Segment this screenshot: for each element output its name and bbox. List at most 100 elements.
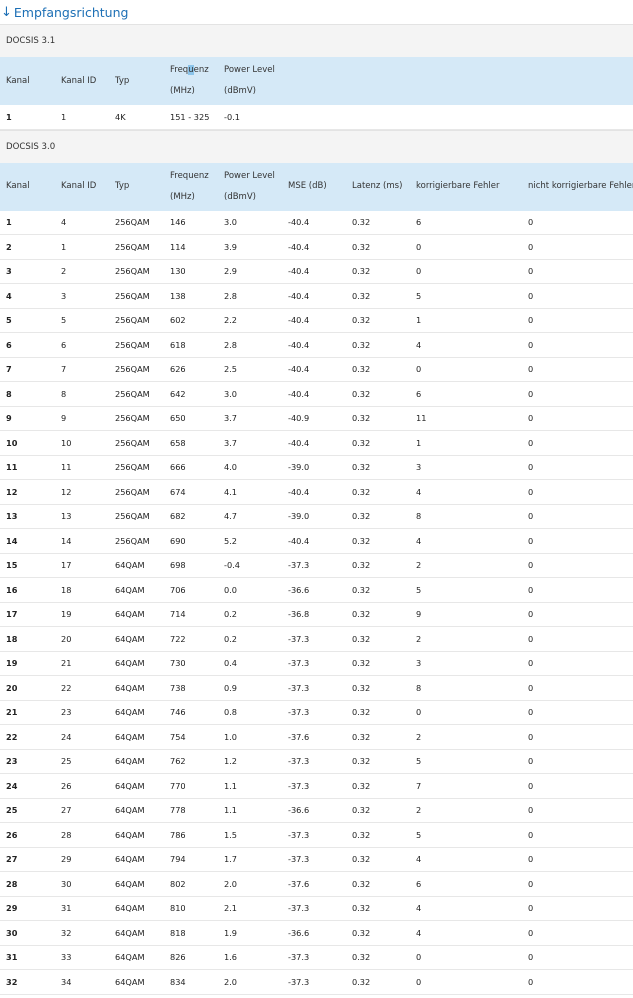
cell-nicht-korrigierbare-fehler: 0 bbox=[522, 210, 633, 235]
cell-frequenz: 810 bbox=[164, 896, 218, 921]
cell-frequenz: 618 bbox=[164, 332, 218, 358]
cell-latenz: 0.32 bbox=[346, 896, 410, 921]
col-typ: Typ bbox=[109, 57, 164, 105]
table-row: 22 24 64QAM 754 1.0 -37.6 0.32 2 0 bbox=[0, 724, 633, 750]
cell-korrigierbare-fehler: 3 bbox=[410, 455, 522, 480]
table-row: 10 10 256QAM 658 3.7 -40.4 0.32 1 0 bbox=[0, 430, 633, 456]
cell-mse: -37.3 bbox=[282, 969, 346, 995]
cell-latenz: 0.32 bbox=[346, 969, 410, 995]
cell-korrigierbare-fehler: 4 bbox=[410, 896, 522, 921]
cell-power-level: 0.4 bbox=[218, 651, 282, 676]
cell-power-level: 3.7 bbox=[218, 430, 282, 456]
cell-kanal-id: 1 bbox=[55, 234, 109, 260]
docsis30-table: Kanal Kanal ID Typ Frequenz (MHz) Power … bbox=[0, 162, 633, 995]
section-heading[interactable]: ↓ Empfangsrichtung bbox=[0, 0, 633, 24]
cell-korrigierbare-fehler: 6 bbox=[410, 381, 522, 407]
cell-latenz: 0.32 bbox=[346, 455, 410, 480]
table-row: 25 27 64QAM 778 1.1 -36.6 0.32 2 0 bbox=[0, 798, 633, 823]
cell-typ: 64QAM bbox=[109, 651, 164, 676]
cell-kanal: 19 bbox=[0, 651, 55, 676]
cell-mse: -37.6 bbox=[282, 724, 346, 750]
table-row: 31 33 64QAM 826 1.6 -37.3 0.32 0 0 bbox=[0, 945, 633, 970]
cell-power-level: 2.0 bbox=[218, 969, 282, 995]
cell-nicht-korrigierbare-fehler: 0 bbox=[522, 700, 633, 725]
cell-kanal: 22 bbox=[0, 724, 55, 750]
cell-mse: -36.6 bbox=[282, 577, 346, 603]
cell-kanal: 23 bbox=[0, 749, 55, 774]
cell-power-level: 5.2 bbox=[218, 528, 282, 554]
table-row: 8 8 256QAM 642 3.0 -40.4 0.32 6 0 bbox=[0, 381, 633, 407]
cell-kanal: 9 bbox=[0, 406, 55, 431]
cell-frequenz: 778 bbox=[164, 798, 218, 823]
cell-latenz: 0.32 bbox=[346, 577, 410, 603]
cell-frequenz: 746 bbox=[164, 700, 218, 725]
col-latenz: Latenz (ms) bbox=[346, 162, 410, 211]
cell-power-level: 1.6 bbox=[218, 945, 282, 970]
cell-nicht-korrigierbare-fehler: 0 bbox=[522, 798, 633, 823]
cell-korrigierbare-fehler: 0 bbox=[410, 945, 522, 970]
cell-korrigierbare-fehler: 4 bbox=[410, 920, 522, 946]
cell-power-level: 4.1 bbox=[218, 479, 282, 505]
cell-typ: 256QAM bbox=[109, 283, 164, 309]
table-row: 18 20 64QAM 722 0.2 -37.3 0.32 2 0 bbox=[0, 626, 633, 652]
cell-latenz: 0.32 bbox=[346, 504, 410, 529]
cell-power-level: 2.0 bbox=[218, 871, 282, 897]
cell-latenz: 0.32 bbox=[346, 724, 410, 750]
cell-typ: 64QAM bbox=[109, 749, 164, 774]
cell-kanal: 30 bbox=[0, 920, 55, 946]
cell-kanal-id: 7 bbox=[55, 357, 109, 382]
cell-power-level: 1.9 bbox=[218, 920, 282, 946]
col-empty bbox=[282, 57, 633, 105]
cell-frequenz: 722 bbox=[164, 626, 218, 652]
table-row: 15 17 64QAM 698 -0.4 -37.3 0.32 2 0 bbox=[0, 553, 633, 578]
cell-typ: 256QAM bbox=[109, 381, 164, 407]
docsis31-table: Kanal Kanal ID Typ Frequenz (MHz) Power … bbox=[0, 57, 633, 130]
cell-power-level: 2.8 bbox=[218, 283, 282, 309]
cell-latenz: 0.32 bbox=[346, 430, 410, 456]
cell-typ: 256QAM bbox=[109, 479, 164, 505]
col-power-level: Power Level (dBmV) bbox=[218, 162, 282, 211]
cell-mse: -40.4 bbox=[282, 259, 346, 284]
arrow-down-icon: ↓ bbox=[1, 4, 12, 20]
cell-power-level: 4.0 bbox=[218, 455, 282, 480]
cell-typ: 64QAM bbox=[109, 822, 164, 848]
cell-latenz: 0.32 bbox=[346, 308, 410, 333]
cell-nicht-korrigierbare-fehler: 0 bbox=[522, 945, 633, 970]
cell-kanal: 17 bbox=[0, 602, 55, 627]
cell-mse: -40.4 bbox=[282, 210, 346, 235]
cell-power-level: 3.9 bbox=[218, 234, 282, 260]
cell-nicht-korrigierbare-fehler: 0 bbox=[522, 308, 633, 333]
cell-typ: 64QAM bbox=[109, 724, 164, 750]
cell-latenz: 0.32 bbox=[346, 479, 410, 505]
cell-kanal-id: 32 bbox=[55, 920, 109, 946]
cell-kanal: 31 bbox=[0, 945, 55, 970]
cell-nicht-korrigierbare-fehler: 0 bbox=[522, 455, 633, 480]
cell-nicht-korrigierbare-fehler: 0 bbox=[522, 847, 633, 872]
cell-frequenz: 690 bbox=[164, 528, 218, 554]
cell-nicht-korrigierbare-fehler: 0 bbox=[522, 259, 633, 284]
cell-typ: 256QAM bbox=[109, 259, 164, 284]
col-frequenz: Frequenz (MHz) bbox=[164, 57, 218, 105]
cell-kanal-id: 19 bbox=[55, 602, 109, 627]
cell-kanal-id: 26 bbox=[55, 773, 109, 799]
cell-kanal-id: 18 bbox=[55, 577, 109, 603]
cell-korrigierbare-fehler: 1 bbox=[410, 308, 522, 333]
cell-empty bbox=[282, 105, 633, 130]
table-row: 32 34 64QAM 834 2.0 -37.3 0.32 0 0 bbox=[0, 969, 633, 995]
table-row: 13 13 256QAM 682 4.7 -39.0 0.32 8 0 bbox=[0, 504, 633, 529]
table-row: 28 30 64QAM 802 2.0 -37.6 0.32 6 0 bbox=[0, 871, 633, 897]
cell-power-level: 2.9 bbox=[218, 259, 282, 284]
cell-korrigierbare-fehler: 9 bbox=[410, 602, 522, 627]
cell-kanal: 18 bbox=[0, 626, 55, 652]
cell-korrigierbare-fehler: 8 bbox=[410, 675, 522, 701]
cell-kanal: 15 bbox=[0, 553, 55, 578]
cell-kanal-id: 17 bbox=[55, 553, 109, 578]
cell-nicht-korrigierbare-fehler: 0 bbox=[522, 749, 633, 774]
col-kanal: Kanal bbox=[0, 162, 55, 211]
cell-kanal: 4 bbox=[0, 283, 55, 309]
docsis31-title: DOCSIS 3.1 bbox=[0, 24, 633, 57]
cell-power-level: 1.7 bbox=[218, 847, 282, 872]
cell-korrigierbare-fehler: 0 bbox=[410, 357, 522, 382]
cell-frequenz: 151 - 325 bbox=[164, 105, 218, 130]
table-row: 16 18 64QAM 706 0.0 -36.6 0.32 5 0 bbox=[0, 577, 633, 603]
